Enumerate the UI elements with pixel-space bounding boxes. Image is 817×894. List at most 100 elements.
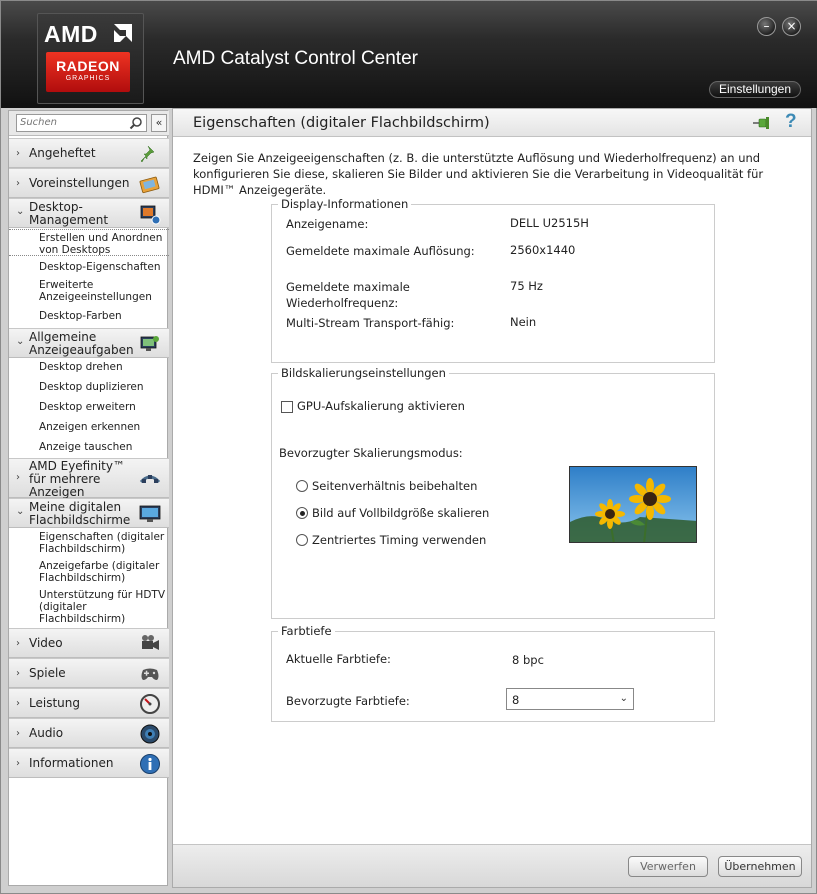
- sidebar-item-digital-flat-panels[interactable]: ⌄ Meine digitalen Flachbildschirme: [9, 498, 169, 528]
- group-title: Display-Informationen: [278, 197, 412, 211]
- sunflower-image: [570, 467, 696, 542]
- sidebar-subitem-desktop-properties[interactable]: Desktop-Eigenschaften: [9, 261, 169, 275]
- chevron-right-icon: ›: [16, 668, 20, 679]
- radio-full-panel[interactable]: [296, 507, 308, 519]
- amd-radeon-logo: AMD RADEON GRAPHICS: [37, 13, 144, 104]
- max-resolution-label: Gemeldete maximale Auflösung:: [286, 244, 475, 258]
- chevron-right-icon: ›: [16, 698, 20, 709]
- app-header: AMD RADEON GRAPHICS AMD Catalyst Control…: [1, 1, 817, 108]
- main-panel: Eigenschaften (digitaler Flachbildschirm…: [172, 108, 812, 888]
- sidebar-subitem-extend-desktop[interactable]: Desktop erweitern: [9, 401, 169, 415]
- settings-button[interactable]: Einstellungen: [709, 81, 801, 98]
- discard-button[interactable]: Verwerfen: [628, 856, 708, 877]
- current-color-depth-label: Aktuelle Farbtiefe:: [286, 652, 391, 666]
- flat-panel-icon: [139, 505, 161, 522]
- amd-arrow-icon: [114, 24, 132, 42]
- preferred-color-depth-label: Bevorzugte Farbtiefe:: [286, 694, 410, 708]
- max-refresh-label: Gemeldete maximale Wiederholfrequenz:: [286, 280, 410, 310]
- sidebar-item-label: Spiele: [29, 666, 66, 680]
- pin-icon[interactable]: [753, 116, 771, 130]
- search-icon[interactable]: [129, 116, 143, 130]
- sidebar-item-eyefinity[interactable]: › AMD Eyefinity™ für mehrere Anzeigen: [9, 458, 169, 499]
- sidebar-item-display-tasks[interactable]: ⌄ Allgemeine Anzeigeaufgaben: [9, 328, 169, 358]
- preferred-color-depth-select[interactable]: 8 ⌄: [506, 688, 634, 710]
- presets-icon: [139, 176, 160, 194]
- sidebar-subitem-duplicate-desktop[interactable]: Desktop duplizieren: [9, 381, 169, 395]
- search-box[interactable]: [16, 114, 147, 132]
- search-input[interactable]: [20, 117, 125, 128]
- sidebar-item-presets[interactable]: › Voreinstellungen: [9, 168, 169, 198]
- sidebar-subitem-desktop-colors[interactable]: Desktop-Farben: [9, 310, 169, 324]
- gpu-scaling-label[interactable]: GPU-Aufskalierung aktivieren: [297, 398, 465, 414]
- sidebar-item-label: Meine digitalen Flachbildschirme: [29, 500, 131, 527]
- sidebar-item-video[interactable]: › Video: [9, 628, 169, 658]
- radio-keep-aspect[interactable]: [296, 480, 308, 492]
- close-button[interactable]: ×: [782, 17, 801, 36]
- sidebar-item-label: Desktop- Management: [29, 200, 109, 227]
- display-info-group: Display-Informationen Anzeigename: DELL …: [271, 197, 715, 363]
- app-title: AMD Catalyst Control Center: [173, 48, 418, 69]
- max-resolution-value: 2560x1440: [510, 243, 576, 257]
- option-full-panel-label[interactable]: Bild auf Vollbildgröße skalieren: [312, 505, 489, 521]
- display-name-value: DELL U2515H: [510, 216, 589, 230]
- sidebar-item-label: Allgemeine Anzeigeaufgaben: [29, 330, 134, 357]
- sidebar-item-label: Informationen: [29, 756, 114, 770]
- sidebar: « › Angeheftet › Voreinstellungen ⌄ Desk…: [8, 110, 169, 886]
- max-refresh-value: 75 Hz: [510, 279, 543, 293]
- chevron-down-icon: ⌄: [16, 336, 25, 347]
- sidebar-item-label: AMD Eyefinity™ für mehrere Anzeigen: [29, 459, 125, 499]
- chevron-down-icon: ⌄: [619, 693, 628, 704]
- minimize-button[interactable]: –: [757, 17, 776, 36]
- option-keep-aspect-label[interactable]: Seitenverhältnis beibehalten: [312, 478, 477, 494]
- gamepad-icon: [141, 668, 159, 680]
- sidebar-subitem-panel-properties[interactable]: Eigenschaften (digitaler Flachbildschirm…: [9, 531, 169, 557]
- sidebar-item-label: Angeheftet: [29, 146, 96, 160]
- sidebar-item-desktop-management[interactable]: ⌄ Desktop- Management: [9, 198, 169, 228]
- speaker-icon: [140, 724, 160, 744]
- sidebar-item-performance[interactable]: › Leistung: [9, 688, 169, 718]
- group-title: Bildskalierungseinstellungen: [278, 366, 449, 380]
- sidebar-subitem-swap-displays[interactable]: Anzeige tauschen: [9, 441, 169, 455]
- logo-product: RADEON: [56, 58, 120, 74]
- desktop-management-icon: [140, 205, 161, 225]
- sidebar-item-pinned[interactable]: › Angeheftet: [9, 138, 169, 168]
- sidebar-subitem-panel-color[interactable]: Anzeigefarbe (digitaler Flachbildschirm): [9, 560, 169, 586]
- sidebar-item-information[interactable]: › Informationen: [9, 748, 169, 778]
- chevron-down-icon: ⌄: [16, 206, 25, 217]
- apply-button[interactable]: Übernehmen: [718, 856, 802, 877]
- info-icon: [140, 754, 160, 774]
- scaling-preview-image: [569, 466, 697, 543]
- preferred-color-depth-value: 8: [512, 693, 520, 707]
- scaling-mode-label: Bevorzugter Skalierungsmodus:: [279, 446, 463, 460]
- sidebar-subitem-create-arrange-desktops[interactable]: Erstellen und Anordnen von Desktops: [9, 229, 169, 256]
- sidebar-item-label: Audio: [29, 726, 64, 740]
- page-header: Eigenschaften (digitaler Flachbildschirm…: [173, 109, 811, 137]
- sidebar-item-label: Video: [29, 636, 63, 650]
- video-camera-icon: [142, 635, 159, 650]
- color-depth-group: Farbtiefe Aktuelle Farbtiefe: 8 bpc Bevo…: [271, 624, 715, 722]
- gpu-scaling-checkbox[interactable]: [281, 401, 293, 413]
- sidebar-item-audio[interactable]: › Audio: [9, 718, 169, 748]
- search-row: «: [9, 111, 169, 136]
- display-name-label: Anzeigename:: [286, 217, 369, 231]
- footer-bar: Verwerfen Übernehmen: [173, 844, 811, 887]
- sidebar-subitem-detect-displays[interactable]: Anzeigen erkennen: [9, 421, 169, 435]
- radeon-badge: RADEON GRAPHICS: [46, 52, 130, 92]
- mst-capable-value: Nein: [510, 315, 537, 329]
- sidebar-subitem-hdtv-support[interactable]: Unterstützung für HDTV (digitaler Flachb…: [9, 589, 169, 627]
- sidebar-item-games[interactable]: › Spiele: [9, 658, 169, 688]
- eyefinity-icon: [139, 475, 161, 484]
- option-centered-timing-label[interactable]: Zentriertes Timing verwenden: [312, 532, 486, 548]
- sidebar-subitem-rotate-desktop[interactable]: Desktop drehen: [9, 361, 169, 375]
- chevron-right-icon: ›: [16, 148, 20, 159]
- logo-brand: AMD: [44, 21, 98, 47]
- chevron-right-icon: ›: [16, 178, 20, 189]
- collapse-sidebar-button[interactable]: «: [151, 114, 167, 132]
- chevron-down-icon: ⌄: [16, 506, 25, 517]
- logo-sub: GRAPHICS: [65, 75, 111, 82]
- radio-centered-timing[interactable]: [296, 534, 308, 546]
- page-description: Zeigen Sie Anzeigeeigenschaften (z. B. d…: [193, 151, 764, 197]
- help-icon[interactable]: ?: [785, 111, 797, 133]
- sidebar-subitem-advanced-display-settings[interactable]: Erweiterte Anzeigeeinstellungen: [9, 279, 169, 305]
- mst-capable-label: Multi-Stream Transport-fähig:: [286, 316, 455, 330]
